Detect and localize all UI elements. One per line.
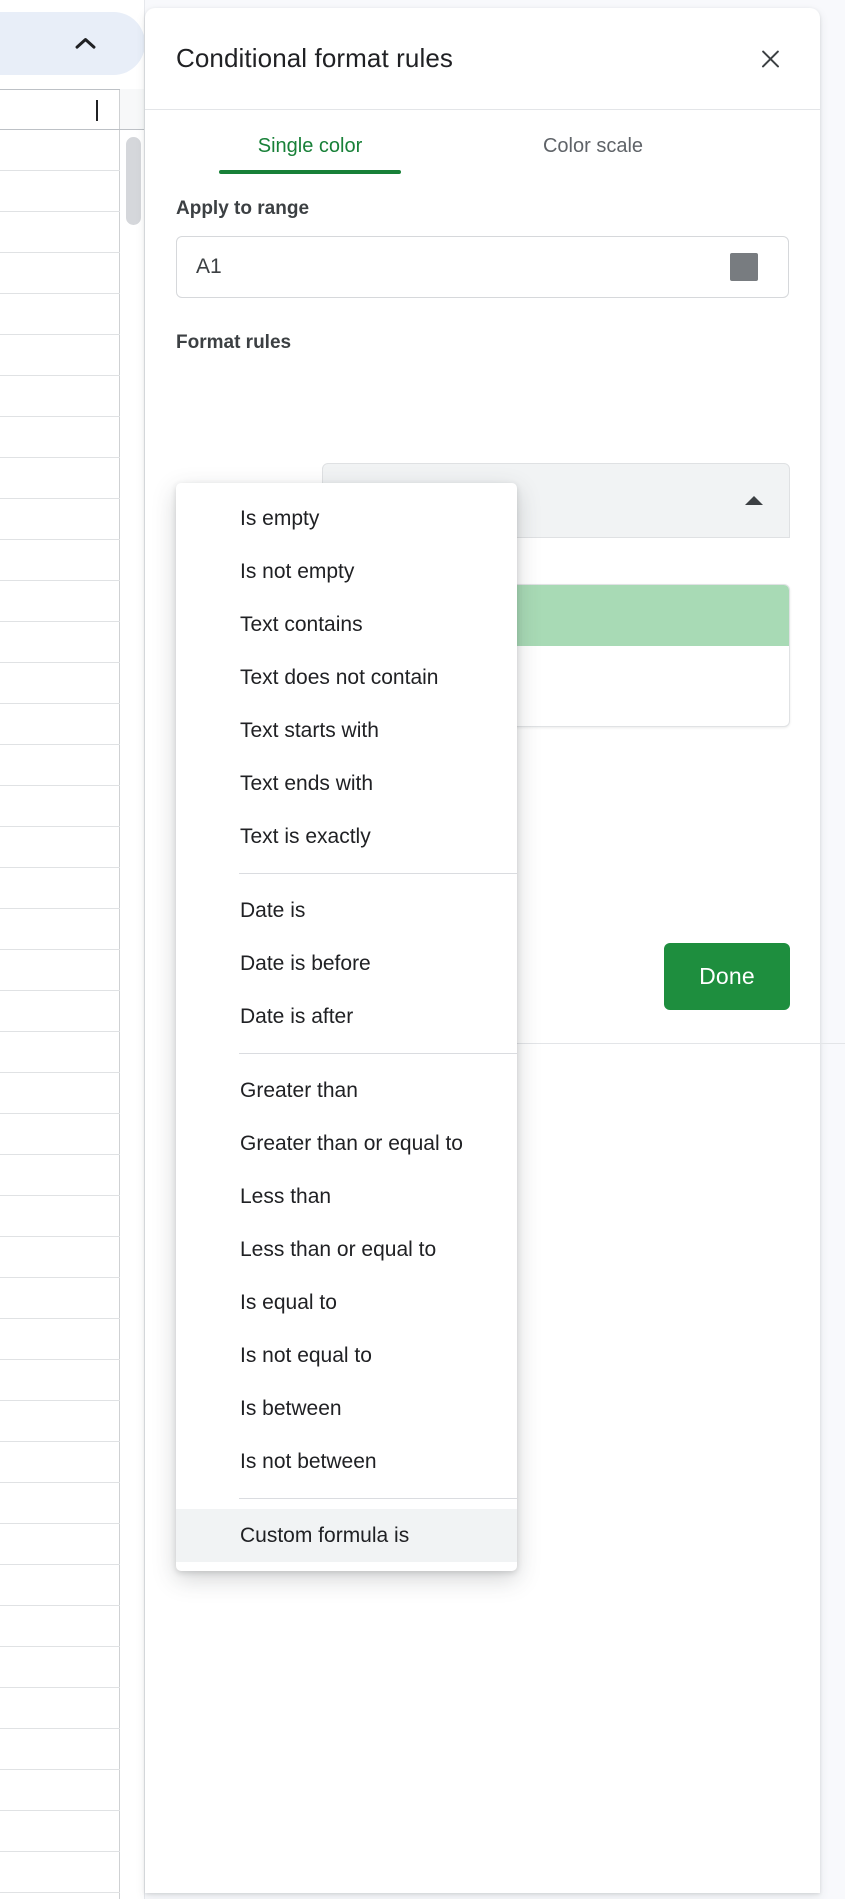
tab-color-scale[interactable]: Color scale [483,110,703,182]
text-cursor [96,100,98,121]
spreadsheet-cell[interactable] [0,212,120,253]
apply-to-range-section: Apply to range A1 Format rules [145,198,820,354]
spreadsheet-cell[interactable] [0,1852,120,1893]
apply-to-range-label: Apply to range [176,198,310,219]
spreadsheet-cell[interactable] [0,786,120,827]
spreadsheet-cell[interactable] [0,335,120,376]
spreadsheet-cell[interactable] [0,499,120,540]
menu-item[interactable]: Text does not contain [176,651,517,704]
spreadsheet-cell[interactable] [0,581,120,622]
menu-item[interactable]: Text starts with [176,704,517,757]
menu-item[interactable]: Text contains [176,598,517,651]
tab-single-color[interactable]: Single color [205,110,415,182]
spreadsheet-cell[interactable] [0,1770,120,1811]
spreadsheet-cell[interactable] [0,950,120,991]
spreadsheet-cell[interactable] [0,909,120,950]
spreadsheet-cell[interactable] [0,1729,120,1770]
spreadsheet-cell[interactable] [0,1237,120,1278]
spreadsheet-cell[interactable] [0,1032,120,1073]
spreadsheet-cell[interactable] [0,991,120,1032]
menu-item[interactable]: Is not empty [176,545,517,598]
spreadsheet-cell[interactable] [0,376,120,417]
spreadsheet-cell[interactable] [0,745,120,786]
spreadsheet-cell[interactable] [0,1442,120,1483]
menu-item[interactable]: Less than or equal to [176,1223,517,1276]
spreadsheet-cell[interactable] [0,1606,120,1647]
spreadsheet-cell[interactable] [0,253,120,294]
spreadsheet-cell[interactable] [0,1483,120,1524]
menu-separator [239,1053,517,1054]
menu-item[interactable]: Date is [176,884,517,937]
spreadsheet-cell[interactable] [0,1565,120,1606]
spreadsheet-cell[interactable] [0,1114,120,1155]
spreadsheet-cell[interactable] [0,1524,120,1565]
menu-item[interactable]: Date is after [176,990,517,1043]
spreadsheet-cell[interactable] [0,1196,120,1237]
caret-up-icon [745,496,763,505]
menu-item[interactable]: Is not equal to [176,1329,517,1382]
menu-item[interactable]: Is between [176,1382,517,1435]
grid-gutter [120,89,145,1899]
spreadsheet-cell[interactable] [0,89,120,130]
spreadsheet-cell[interactable] [0,1401,120,1442]
spreadsheet-cell[interactable] [0,704,120,745]
vertical-scrollbar-thumb[interactable] [126,137,141,225]
close-icon[interactable] [746,35,794,83]
spreadsheet-cell[interactable] [0,1073,120,1114]
spreadsheet-cell[interactable] [0,540,120,581]
spreadsheet-cell[interactable] [0,1811,120,1852]
spreadsheet-cell[interactable] [0,827,120,868]
grid-select-range-icon[interactable] [730,253,758,281]
spreadsheet-cell[interactable] [0,1278,120,1319]
collapse-panel-button[interactable] [0,12,145,75]
format-rules-label: Format rules [176,332,292,353]
spreadsheet-cell[interactable] [0,417,120,458]
spreadsheet-cell[interactable] [0,1155,120,1196]
grid-gutter-header [120,89,145,130]
menu-item[interactable]: Less than [176,1170,517,1223]
spreadsheet-cell[interactable] [0,663,120,704]
range-input-wrapper[interactable]: A1 [176,236,789,298]
app-root: Conditional format rules Single color Co… [0,0,845,1899]
condition-dropdown-menu[interactable]: Is empty Is not empty Text contains Text do… [176,483,517,1571]
chevron-up-icon [75,37,97,50]
menu-item[interactable]: Is empty [176,492,517,545]
menu-item[interactable]: Text ends with [176,757,517,810]
spreadsheet-cell[interactable] [0,458,120,499]
menu-item[interactable]: Greater than [176,1064,517,1117]
spreadsheet-strip [0,0,145,1899]
spreadsheet-cell[interactable] [0,1647,120,1688]
spreadsheet-cell[interactable] [0,868,120,909]
tab-bar: Single color Color scale [145,110,820,182]
menu-item[interactable]: Greater than or equal to [176,1117,517,1170]
panel-header: Conditional format rules [145,8,820,110]
menu-separator [239,1498,517,1499]
spreadsheet-cell[interactable] [0,130,120,171]
done-button[interactable]: Done [664,943,790,1010]
spreadsheet-cell[interactable] [0,1688,120,1729]
menu-separator [239,873,517,874]
menu-item[interactable]: Is equal to [176,1276,517,1329]
menu-item[interactable]: Text is exactly [176,810,517,863]
menu-item[interactable]: Date is before [176,937,517,990]
menu-item[interactable]: Custom formula is [176,1509,517,1562]
spreadsheet-grid[interactable] [0,89,145,1899]
menu-item[interactable]: Is not between [176,1435,517,1488]
range-input[interactable]: A1 [196,255,730,279]
spreadsheet-cell[interactable] [0,294,120,335]
spreadsheet-cell[interactable] [0,1319,120,1360]
spreadsheet-cell[interactable] [0,1360,120,1401]
spreadsheet-cell[interactable] [0,622,120,663]
page-title: Conditional format rules [176,43,453,73]
spreadsheet-cell[interactable] [0,171,120,212]
